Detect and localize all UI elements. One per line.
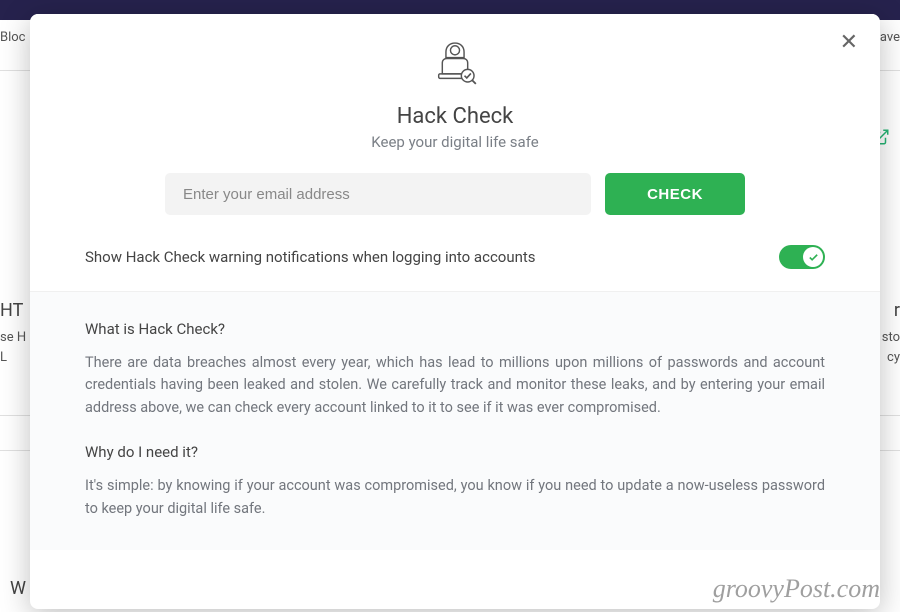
modal-title: Hack Check [397,104,514,129]
modal-subtitle: Keep your digital life safe [371,133,538,151]
bg-text-fragment: r [894,300,900,321]
hack-check-modal: ✕ Hack Check Keep your digital life safe… [30,14,880,609]
info-section: What is Hack Check? There are data breac… [30,291,880,550]
info-question-1: What is Hack Check? [85,320,825,338]
hack-check-icon [426,34,484,96]
email-check-row: CHECK [165,173,745,215]
email-input[interactable] [165,173,591,215]
bg-text-fragment: W [10,578,26,599]
notification-toggle-row: Show Hack Check warning notifications wh… [30,243,880,291]
bg-text-fragment: Bloc [0,30,25,45]
modal-header: Hack Check Keep your digital life safe C… [30,14,880,243]
info-answer-2: It's simple: by knowing if your account … [85,475,825,520]
bg-text-fragment: ave [880,30,900,45]
info-answer-1: There are data breaches almost every yea… [85,352,825,419]
bg-text-fragment: se H L [0,328,26,367]
toggle-knob [803,247,823,267]
bg-text-fragment: HT [0,300,23,321]
close-icon[interactable]: ✕ [840,32,858,54]
toggle-label: Show Hack Check warning notifications wh… [85,248,536,266]
notification-toggle[interactable] [779,245,825,269]
info-question-2: Why do I need it? [85,443,825,461]
bg-text-fragment: sto cy [882,328,900,367]
check-button[interactable]: CHECK [605,173,745,215]
